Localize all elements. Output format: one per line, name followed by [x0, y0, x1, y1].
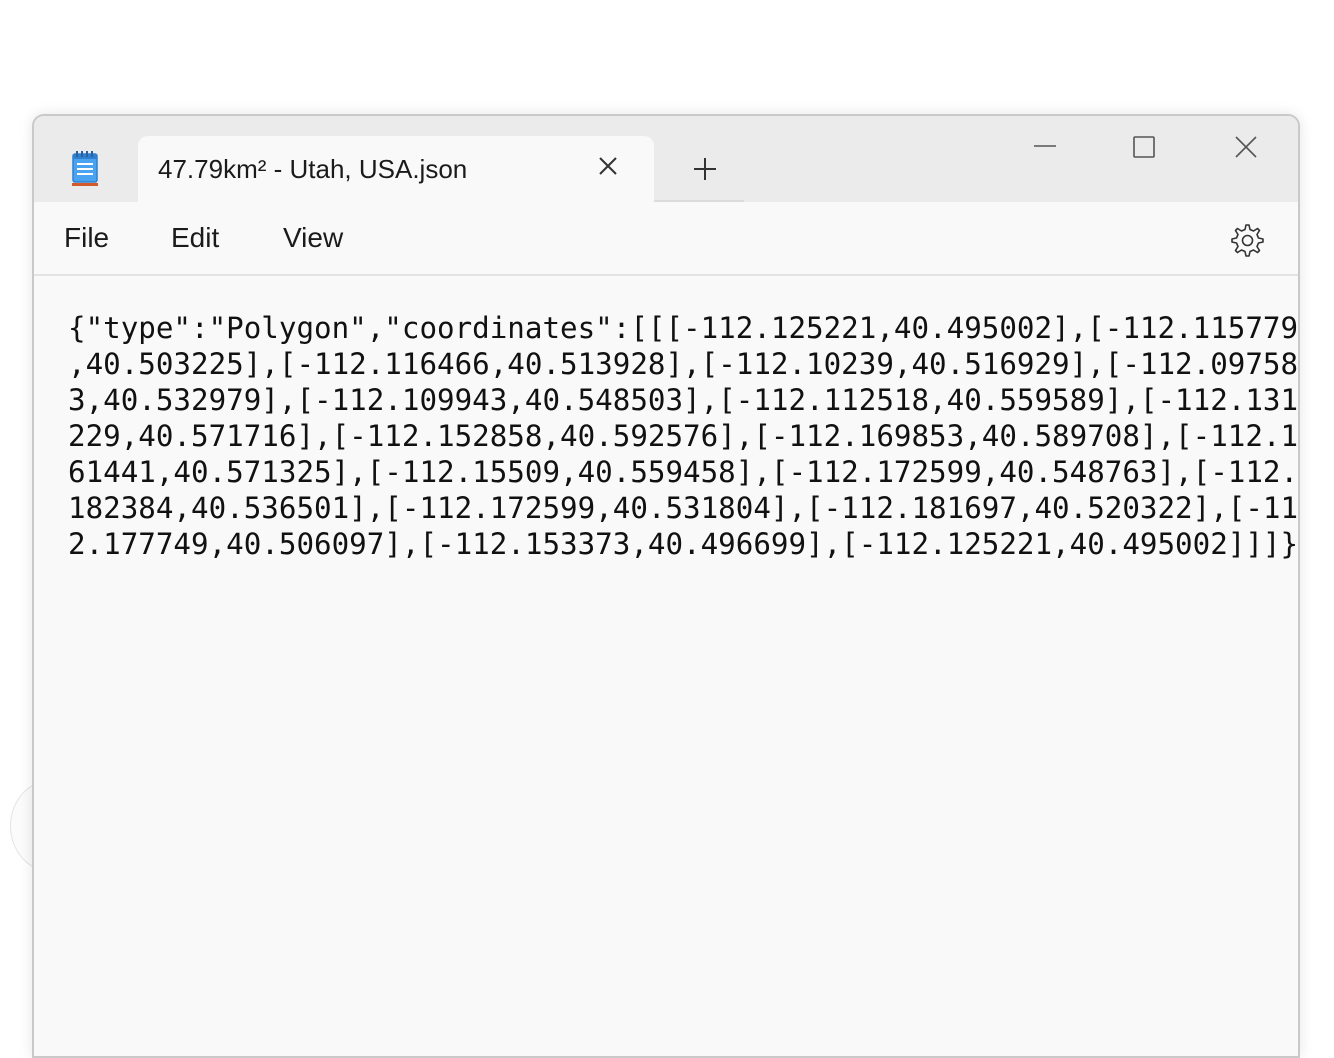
tab-title: 47.79km² - Utah, USA.json: [158, 154, 468, 184]
editor-line: 3,40.532979],[-112.109943,40.548503],[-1…: [68, 383, 1299, 417]
menu-file[interactable]: File: [64, 222, 109, 254]
editor-line: 182384,40.536501],[-112.172599,40.531804…: [68, 491, 1299, 525]
maximize-icon[interactable]: [1124, 130, 1164, 166]
editor-line: ,40.503225],[-112.116466,40.513928],[-11…: [68, 347, 1299, 381]
title-bar[interactable]: 47.79km² - Utah, USA.json: [34, 116, 1298, 202]
tab-close-icon[interactable]: [596, 154, 620, 178]
notepad-window: 47.79km² - Utah, USA.json File Edit View: [32, 114, 1300, 1058]
menu-bar: File Edit View: [34, 202, 1298, 276]
editor-line: 2.177749,40.506097],[-112.153373,40.4966…: [68, 527, 1299, 561]
gear-icon[interactable]: [1228, 222, 1264, 258]
menu-view[interactable]: View: [283, 222, 343, 254]
plus-icon[interactable]: [690, 154, 720, 184]
editor-line: 229,40.571716],[-112.152858,40.592576],[…: [68, 419, 1299, 453]
menu-edit[interactable]: Edit: [171, 222, 219, 254]
text-editor[interactable]: {"type":"Polygon","coordinates":[[[-112.…: [68, 310, 1299, 562]
editor-line: {"type":"Polygon","coordinates":[[[-112.…: [68, 311, 1299, 345]
notepad-icon: [72, 151, 98, 186]
minimize-icon[interactable]: [1024, 130, 1064, 166]
tab-active[interactable]: 47.79km² - Utah, USA.json: [138, 136, 654, 202]
window-close-icon[interactable]: [1226, 130, 1266, 166]
editor-line: 61441,40.571325],[-112.15509,40.559458],…: [68, 455, 1299, 489]
